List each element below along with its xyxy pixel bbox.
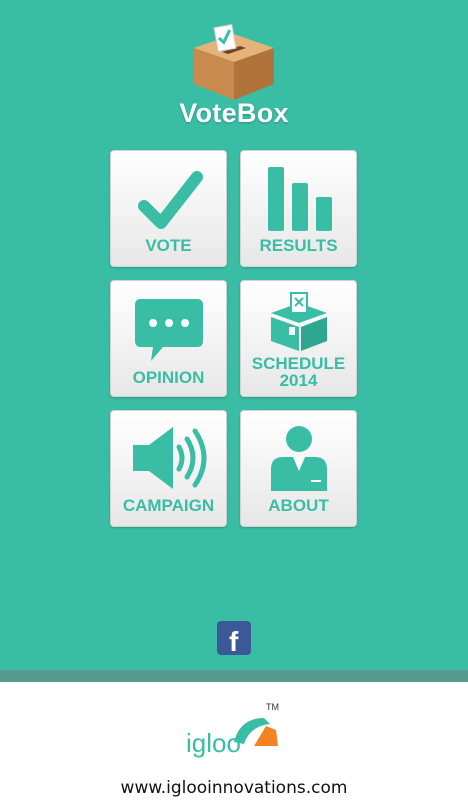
opinion-label: OPINION bbox=[132, 368, 205, 387]
schedule-label-line2: 2014 bbox=[279, 371, 318, 390]
trademark-mark: TM bbox=[266, 702, 279, 712]
igloo-wordmark: igloo bbox=[186, 728, 241, 758]
campaign-label: CAMPAIGN bbox=[122, 496, 215, 515]
app-title: VoteBox bbox=[179, 98, 289, 128]
app-screen: VoteBox VOTE RESULTS OPINION SCHEDULE 20… bbox=[0, 0, 468, 670]
campaign-button[interactable]: CAMPAIGN bbox=[110, 410, 227, 527]
about-label: ABOUT bbox=[268, 496, 329, 515]
ballot-box-logo-icon bbox=[194, 24, 274, 100]
results-label: RESULTS bbox=[259, 236, 338, 255]
igloo-logo: igloo TM bbox=[186, 702, 279, 758]
facebook-letter: f bbox=[229, 626, 239, 655]
schedule-label: SCHEDULE 2014 bbox=[241, 355, 356, 389]
vote-label: VOTE bbox=[145, 236, 192, 255]
facebook-button[interactable]: f bbox=[217, 621, 251, 657]
footer-divider bbox=[0, 670, 468, 682]
schedule-label-line1: SCHEDULE bbox=[251, 354, 346, 373]
vote-button[interactable]: VOTE bbox=[110, 150, 227, 267]
opinion-button[interactable]: OPINION bbox=[110, 280, 227, 397]
facebook-icon: f bbox=[217, 621, 251, 657]
menu-grid: VOTE RESULTS OPINION SCHEDULE 2014 CAMPA… bbox=[110, 150, 358, 528]
footer-url-link[interactable]: www.iglooinnovations.com bbox=[0, 778, 468, 798]
schedule-button[interactable]: SCHEDULE 2014 bbox=[240, 280, 357, 397]
about-button[interactable]: ABOUT bbox=[240, 410, 357, 527]
footer: igloo TM www.iglooinnovations.com bbox=[0, 682, 468, 800]
results-button[interactable]: RESULTS bbox=[240, 150, 357, 267]
